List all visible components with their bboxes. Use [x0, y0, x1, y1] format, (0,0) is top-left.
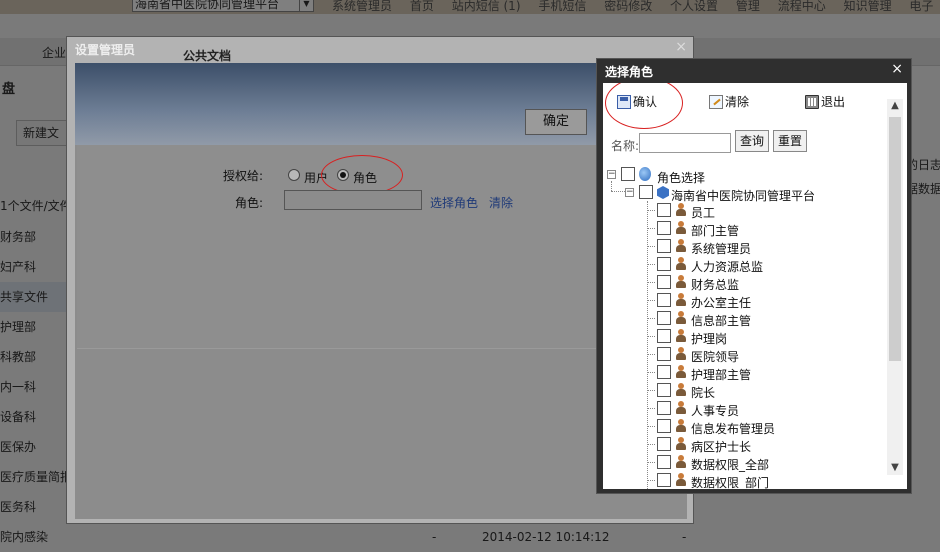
role-item-label[interactable]: 人力资源总监: [691, 258, 763, 275]
tree-line: [647, 318, 655, 319]
user-icon: [675, 275, 687, 289]
user-icon: [675, 383, 687, 397]
user-icon: [675, 293, 687, 307]
tree-line: [611, 191, 625, 192]
tree-org-label[interactable]: 海南省中医院协同管理平台: [671, 187, 815, 204]
tree-line: [647, 480, 655, 481]
checkbox-root[interactable]: [621, 167, 635, 181]
user-icon: [675, 203, 687, 217]
role-checkbox[interactable]: [657, 419, 671, 433]
role-input[interactable]: [284, 190, 422, 210]
role-label: 角色:: [235, 196, 264, 210]
user-icon: [675, 419, 687, 433]
tree-line: [647, 201, 648, 489]
user-icon: [675, 365, 687, 379]
role-dialog-title: 选择角色: [605, 65, 654, 79]
user-icon: [675, 437, 687, 451]
globe-icon: [639, 167, 651, 181]
role-checkbox[interactable]: [657, 473, 671, 487]
grant-label: 授权给:: [223, 169, 264, 183]
user-icon: [675, 347, 687, 361]
chevron-down-icon[interactable]: ▼: [888, 461, 902, 475]
role-item-label[interactable]: 数据权限_全部: [691, 456, 769, 473]
scrollbar-thumb[interactable]: [889, 117, 901, 361]
collapse-icon[interactable]: −: [625, 188, 634, 197]
tree-line: [647, 444, 655, 445]
tree-line: [647, 408, 655, 409]
role-item-label[interactable]: 信息发布管理员: [691, 420, 775, 437]
role-item-label[interactable]: 部门主管: [691, 222, 739, 239]
role-checkbox[interactable]: [657, 401, 671, 415]
tree-line: [647, 462, 655, 463]
role-dialog: 选择角色 × 确认 清除 退出 名称: 查询 重置 − 角色选择 − 海南省中医…: [596, 58, 912, 494]
tree-line: [647, 210, 655, 211]
role-checkbox[interactable]: [657, 239, 671, 253]
user-icon: [675, 329, 687, 343]
checkbox-org[interactable]: [639, 185, 653, 199]
select-role-link[interactable]: 选择角色: [430, 194, 478, 211]
user-icon: [675, 239, 687, 253]
clear-role-link[interactable]: 清除: [489, 194, 513, 211]
role-dialog-body: 确认 清除 退出 名称: 查询 重置 − 角色选择 − 海南省中医院协同管理平台…: [603, 83, 907, 489]
user-icon: [675, 455, 687, 469]
tree-root-label[interactable]: 角色选择: [657, 169, 705, 186]
tree-line: [611, 181, 612, 191]
admin-dialog-title: 设置管理员: [75, 43, 136, 57]
role-checkbox[interactable]: [657, 203, 671, 217]
tree-line: [647, 228, 655, 229]
role-item-label[interactable]: 护理部主管: [691, 366, 751, 383]
tab-public-docs[interactable]: 公共文档: [183, 47, 231, 64]
role-checkbox[interactable]: [657, 275, 671, 289]
role-item-label[interactable]: 员工: [691, 204, 715, 221]
role-checkbox[interactable]: [657, 329, 671, 343]
role-item-label[interactable]: 办公室主任: [691, 294, 751, 311]
role-item-label[interactable]: 财务总监: [691, 276, 739, 293]
role-item-label[interactable]: 护理岗: [691, 330, 727, 347]
radio-user[interactable]: [288, 169, 300, 181]
role-checkbox[interactable]: [657, 437, 671, 451]
role-item-label[interactable]: 病区护士长: [691, 438, 751, 455]
role-checkbox[interactable]: [657, 347, 671, 361]
role-item-label[interactable]: 院长: [691, 384, 715, 401]
tree-line: [647, 282, 655, 283]
role-item-label[interactable]: 系统管理员: [691, 240, 751, 257]
user-icon: [675, 401, 687, 415]
close-icon[interactable]: ×: [675, 39, 687, 55]
role-item-label[interactable]: 医院领导: [691, 348, 739, 365]
tree-line: [647, 354, 655, 355]
role-tree: − 角色选择 − 海南省中医院协同管理平台 员工 部门主管 系统管理员 人力资源总监财…: [603, 83, 887, 489]
role-checkbox[interactable]: [657, 293, 671, 307]
scrollbar[interactable]: ▲ ▼: [887, 99, 903, 475]
role-checkbox[interactable]: [657, 455, 671, 469]
tree-line: [647, 300, 655, 301]
role-checkbox[interactable]: [657, 311, 671, 325]
user-icon: [675, 473, 687, 487]
role-item-label[interactable]: 数据权限_部门: [691, 474, 769, 489]
user-icon: [675, 221, 687, 235]
chevron-up-icon[interactable]: ▲: [888, 99, 902, 113]
tree-line: [647, 336, 655, 337]
role-checkbox[interactable]: [657, 257, 671, 271]
role-checkbox[interactable]: [657, 383, 671, 397]
close-icon[interactable]: ×: [891, 61, 903, 77]
tree-line: [647, 390, 655, 391]
role-item-label[interactable]: 人事专员: [691, 402, 739, 419]
confirm-button[interactable]: 确定: [525, 109, 587, 135]
collapse-icon[interactable]: −: [607, 170, 616, 179]
tree-line: [647, 246, 655, 247]
organization-icon: [657, 186, 669, 199]
tree-line: [647, 426, 655, 427]
role-item-label[interactable]: 信息部主管: [691, 312, 751, 329]
tree-line: [647, 372, 655, 373]
user-icon: [675, 311, 687, 325]
user-icon: [675, 257, 687, 271]
role-checkbox[interactable]: [657, 221, 671, 235]
role-checkbox[interactable]: [657, 365, 671, 379]
tree-line: [647, 264, 655, 265]
highlight-ellipse: [321, 155, 403, 195]
